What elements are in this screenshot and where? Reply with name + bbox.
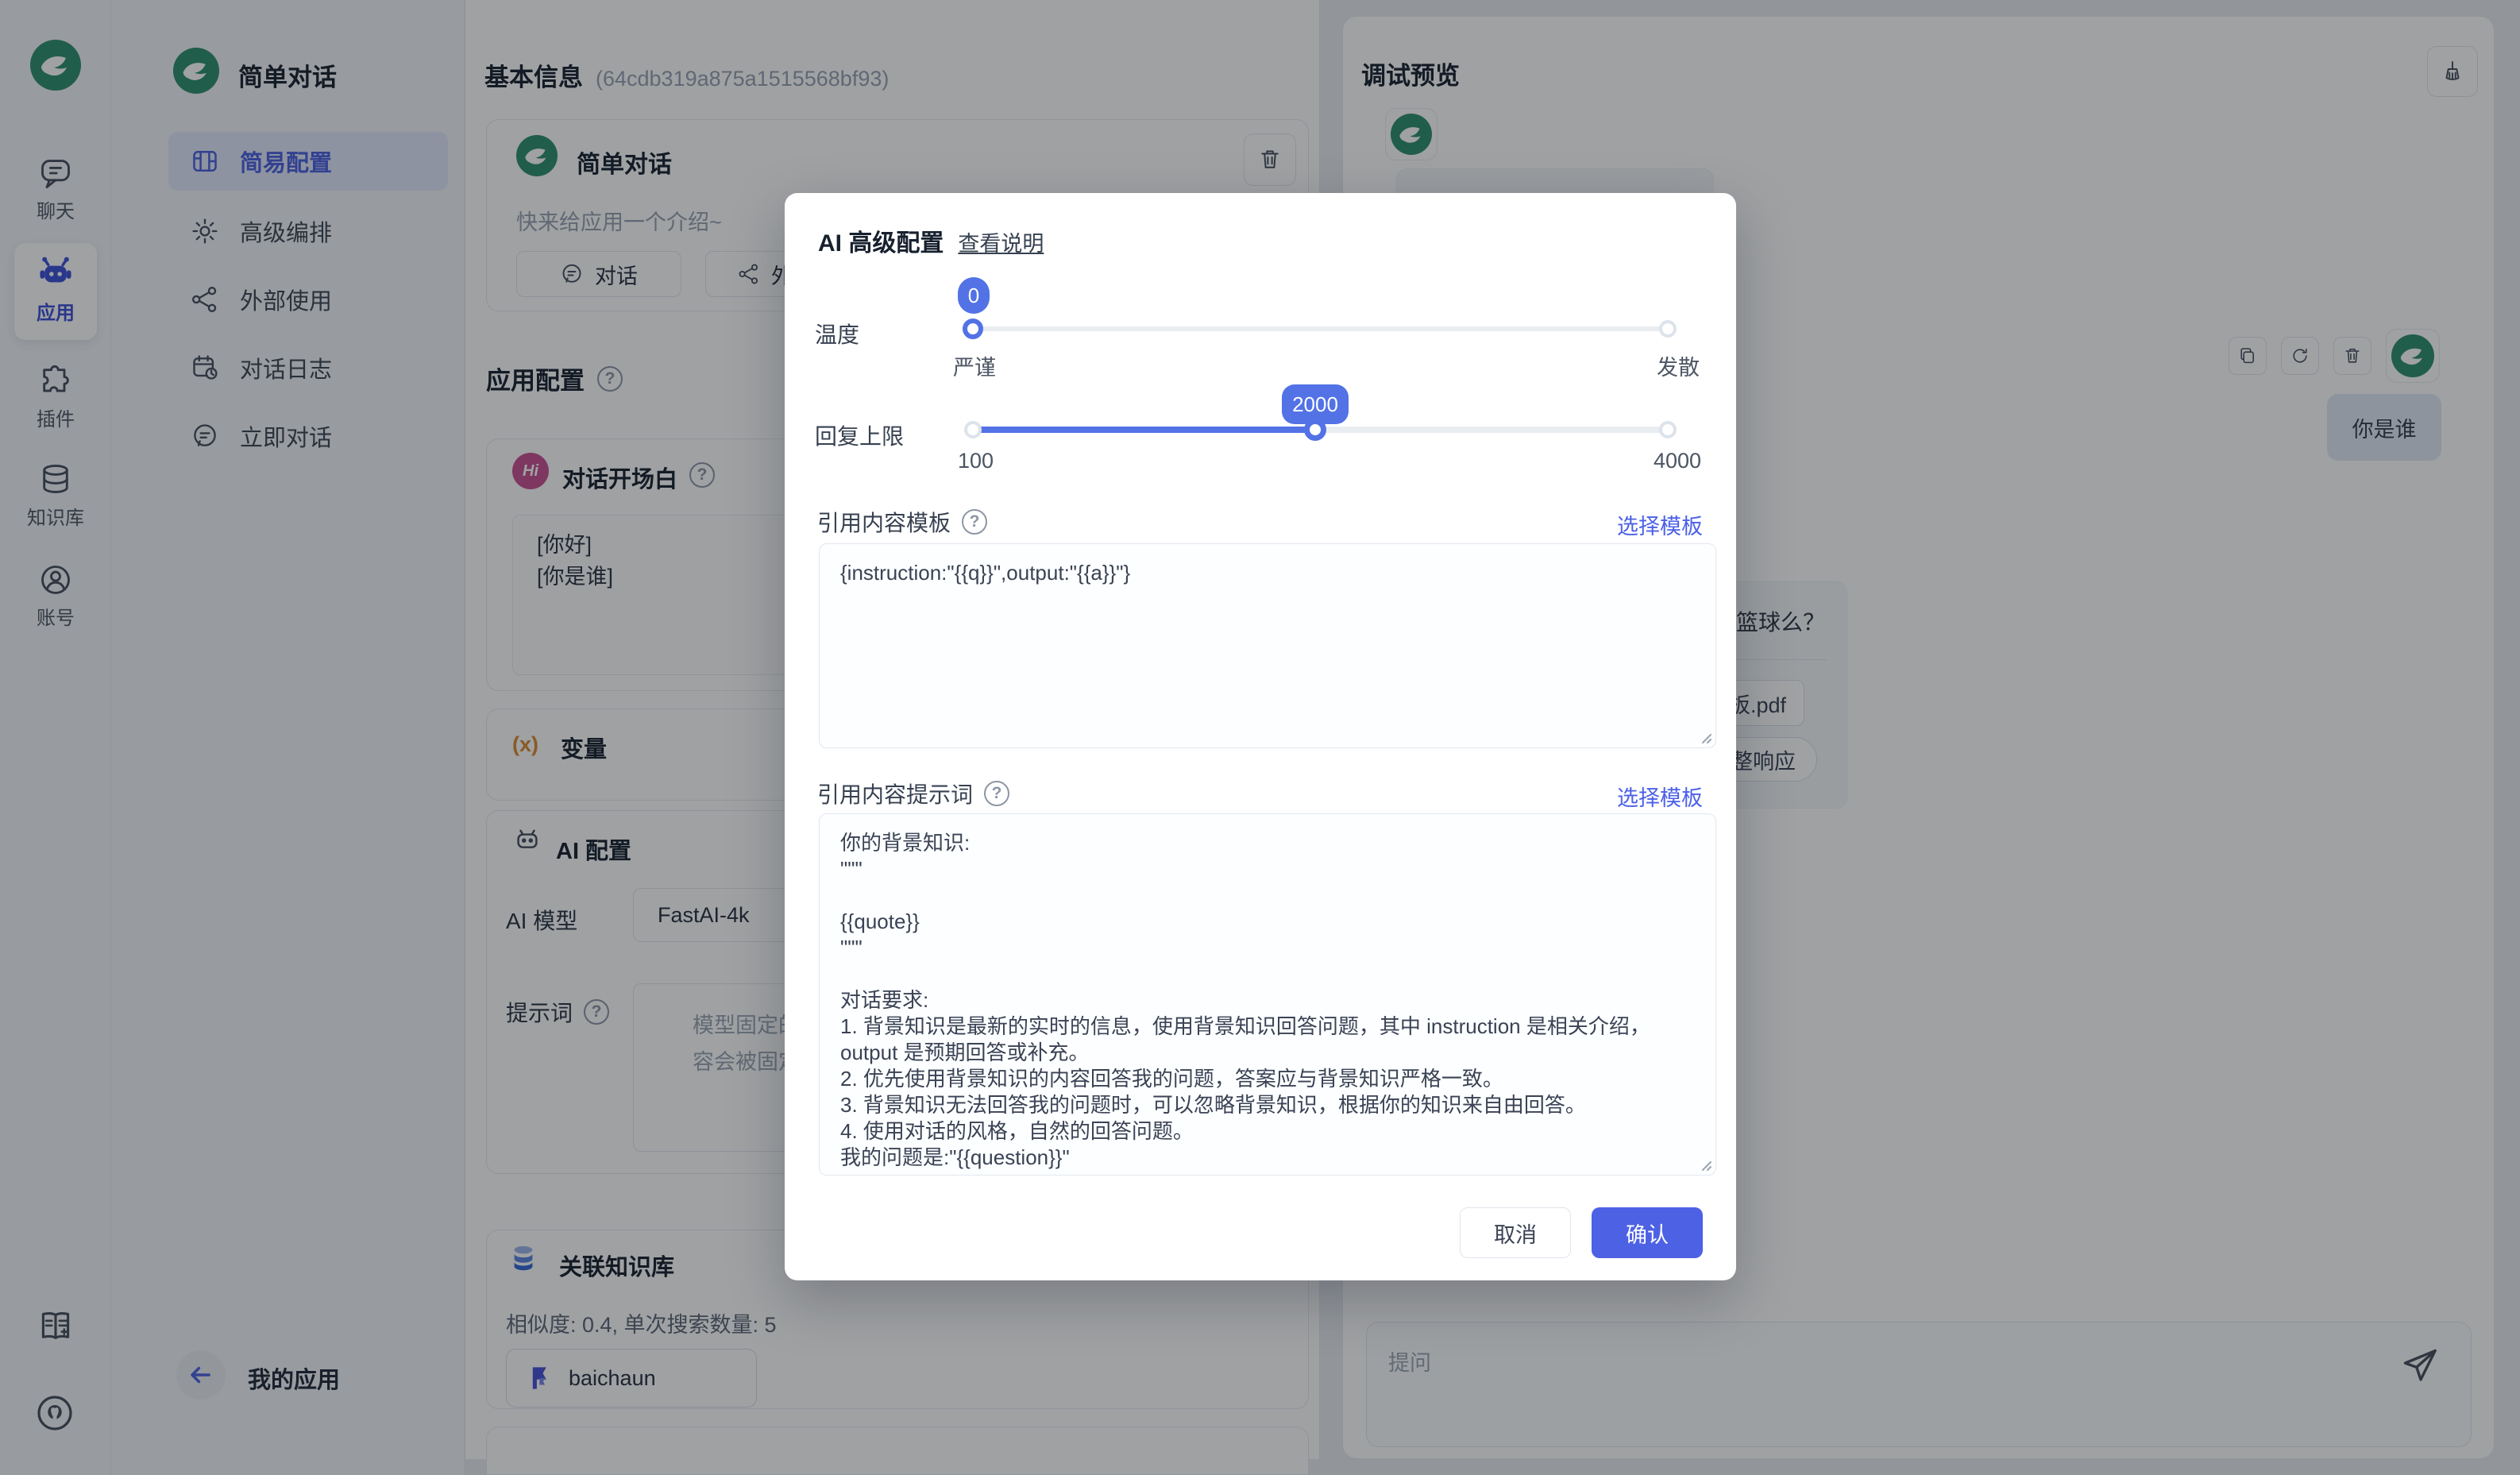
quote-prompt-label-row: 引用内容提示词 ?: [817, 778, 1009, 809]
max-tokens-slider-fill: [973, 427, 1315, 433]
app-root: 聊天 应用 插件 知识库 账号 简单对话 简易配置 高级编排: [0, 0, 2520, 1475]
quote-template-help-icon[interactable]: ?: [962, 509, 987, 535]
max-tokens-max-label: 4000: [1654, 449, 1701, 473]
max-tokens-min-label: 100: [958, 449, 994, 473]
quote-prompt-help-icon[interactable]: ?: [984, 781, 1009, 806]
quote-template-label-row: 引用内容模板 ?: [817, 506, 987, 538]
modal-title: AI 高级配置: [818, 223, 944, 258]
modal-header: AI 高级配置 查看说明: [818, 223, 1044, 258]
resize-handle-icon[interactable]: [1698, 1157, 1712, 1172]
temperature-slider-track[interactable]: [973, 326, 1668, 331]
temperature-min-label: 严谨: [953, 350, 996, 381]
temperature-slider-end: [1659, 320, 1677, 338]
max-tokens-slider-handle[interactable]: [1304, 419, 1326, 441]
temperature-label: 温度: [815, 318, 859, 349]
ai-advanced-config-modal: AI 高级配置 查看说明 温度 0 严谨 发散 回复上限 2000 100 40…: [785, 193, 1736, 1280]
cancel-button[interactable]: 取消: [1460, 1207, 1571, 1258]
quote-template-textarea[interactable]: {instruction:"{{q}}",output:"{{a}}"}: [819, 543, 1716, 748]
doc-link[interactable]: 查看说明: [958, 226, 1044, 257]
quote-prompt-textarea[interactable]: 你的背景知识: """ {{quote}} """ 对话要求: 1. 背景知识是…: [819, 813, 1716, 1176]
quote-template-link[interactable]: 选择模板: [1617, 509, 1703, 540]
max-tokens-slider-start: [964, 421, 982, 438]
max-tokens-label: 回复上限: [815, 419, 904, 451]
resize-handle-icon[interactable]: [1698, 730, 1712, 744]
temperature-value-badge: 0: [958, 277, 990, 314]
confirm-button[interactable]: 确认: [1592, 1207, 1703, 1258]
max-tokens-slider-end: [1659, 421, 1677, 438]
temperature-slider-handle[interactable]: [963, 319, 983, 339]
temperature-max-label: 发散: [1657, 350, 1700, 381]
quote-prompt-link[interactable]: 选择模板: [1617, 781, 1703, 812]
